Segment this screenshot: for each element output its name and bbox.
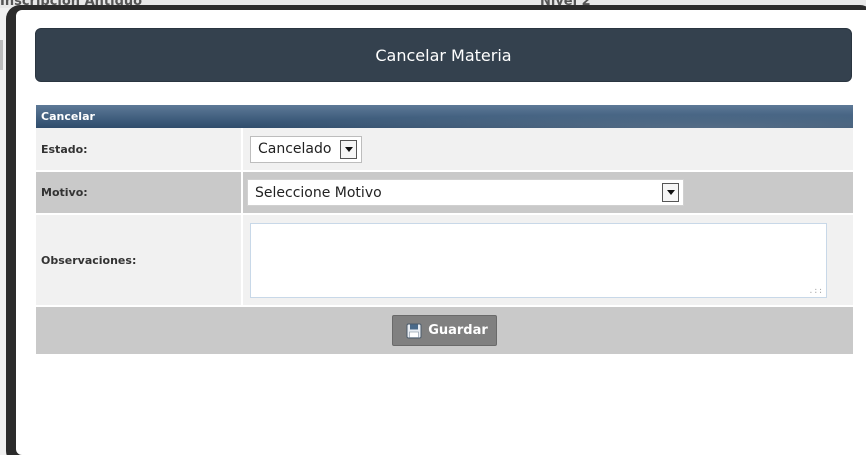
chevron-down-icon[interactable] xyxy=(340,139,357,159)
motivo-selected-value: Seleccione Motivo xyxy=(255,184,382,201)
observaciones-value-cell: .:: xyxy=(243,215,853,305)
motivo-row: Motivo: Seleccione Motivo xyxy=(36,172,853,215)
estado-selected-value: Cancelado xyxy=(258,141,332,157)
motivo-label: Motivo: xyxy=(36,172,243,213)
floppy-disk-icon xyxy=(406,323,422,338)
actions-row: Guardar xyxy=(36,307,853,354)
observaciones-row: Observaciones: .:: xyxy=(36,215,853,307)
observaciones-textarea[interactable]: .:: xyxy=(250,222,827,298)
save-button[interactable]: Guardar xyxy=(392,315,497,346)
background-edge xyxy=(0,40,3,70)
save-button-label: Guardar xyxy=(428,323,488,338)
estado-select[interactable]: Cancelado xyxy=(250,135,362,163)
section-header: Cancelar xyxy=(36,105,853,128)
motivo-value-cell: Seleccione Motivo xyxy=(243,172,853,213)
observaciones-label: Observaciones: xyxy=(36,215,243,305)
motivo-select[interactable]: Seleccione Motivo xyxy=(247,179,684,206)
cancel-form: Cancelar Estado: Cancelado Motivo: Selec… xyxy=(36,105,853,354)
estado-label: Estado: xyxy=(36,128,243,170)
modal-title-bar: Cancelar Materia xyxy=(35,28,852,82)
chevron-down-icon[interactable] xyxy=(662,183,679,202)
modal-title: Cancelar Materia xyxy=(375,45,512,65)
resize-grip-icon[interactable]: .:: xyxy=(809,286,823,295)
estado-value-cell: Cancelado xyxy=(243,128,853,170)
estado-row: Estado: Cancelado xyxy=(36,128,853,172)
